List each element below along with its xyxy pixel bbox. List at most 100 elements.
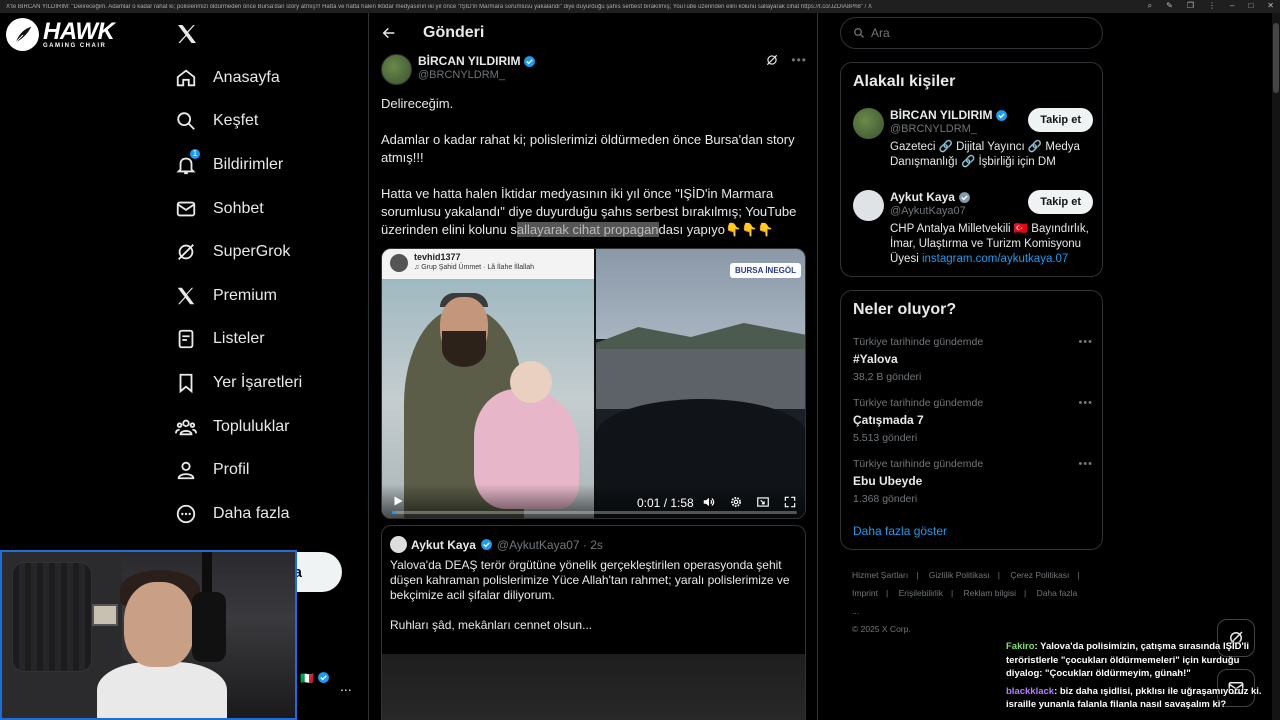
post-header: Gönderi — [369, 13, 817, 53]
video-right-frame: BURSA İNEGÖL — [596, 249, 805, 518]
minimize-icon[interactable]: – — [1230, 1, 1234, 11]
related-bio: Gazeteci 🔗 Dijital Yayıncı 🔗 Medya Danış… — [890, 141, 1080, 168]
follow-button[interactable]: Takip et — [1028, 108, 1093, 132]
related-person[interactable]: BİRCAN YILDIRIM @BRCNYLDRM_ Gazeteci 🔗 D… — [853, 108, 1093, 173]
trend-more-icon[interactable]: ••• — [1078, 397, 1093, 409]
tiktok-avatar-icon — [390, 254, 408, 272]
verified-badge-icon — [959, 191, 970, 203]
video-progress-bar[interactable] — [392, 511, 797, 514]
post-text: Delireceğim. Adamlar o kadar rahat ki; p… — [381, 95, 809, 257]
post-paragraph-3: Hatta ve hatta halen İktidar medyasının … — [381, 186, 797, 237]
chat-message: Fakiro: Yalova'da polisimizin, çatışma s… — [1006, 641, 1249, 679]
avatar[interactable] — [390, 536, 407, 553]
nav-item-label: SuperGrok — [213, 243, 291, 261]
search-icon[interactable]: ⌕ — [1148, 1, 1152, 11]
related-people-panel: Alakalı kişiler BİRCAN YILDIRIM @BRCNYLD… — [840, 62, 1103, 277]
nav-item-bookmarks[interactable]: Yer İşaretleri — [175, 361, 365, 405]
search-icon — [175, 110, 197, 132]
bell-icon: 1 — [175, 147, 201, 176]
nav-item-premium[interactable]: Premium — [175, 274, 365, 318]
video-overlay-user: tevhid1377 — [414, 252, 461, 262]
chat-user: Fakiro — [1006, 641, 1035, 652]
avatar[interactable] — [853, 108, 884, 139]
maximize-icon[interactable]: □ — [1248, 1, 1253, 11]
quote-author-handle: @AykutKaya07 · 2s — [496, 537, 603, 552]
nav-item-more[interactable]: Daha fazla — [175, 492, 365, 536]
hawk-brand: HAWK — [43, 17, 115, 45]
streamer-body — [97, 662, 227, 718]
back-arrow-icon[interactable] — [381, 25, 397, 41]
trend-more-icon[interactable]: ••• — [1078, 336, 1093, 348]
more-circle-icon — [175, 503, 197, 525]
quote-author-name[interactable]: Aykut Kaya — [411, 538, 476, 552]
trend-more-icon[interactable]: ••• — [1078, 458, 1093, 470]
nav-item-explore[interactable]: Keşfet — [175, 100, 365, 144]
post-author[interactable]: BİRCAN YILDIRIM @BRCNYLDRM_ — [381, 54, 536, 85]
verified-badge-icon — [318, 672, 329, 683]
people-icon — [175, 416, 197, 438]
x-icon — [175, 285, 197, 307]
browser-title-bar: X'te BİRCAN YILDIRIM: "Delireceğim. Adam… — [0, 0, 1280, 13]
trend-item[interactable]: Türkiye tarihinde gündemde Ebu Ubeyde 1.… — [853, 458, 1093, 505]
quote-text: Yalova'da DEAŞ terör örgütüne yönelik ge… — [390, 558, 790, 632]
scrollbar-thumb[interactable] — [1273, 23, 1279, 93]
menu-icon[interactable]: ⋮ — [1208, 1, 1216, 11]
pip-icon[interactable] — [756, 495, 770, 509]
related-handle: @AykutKaya07 — [890, 205, 966, 217]
nav-item-lists[interactable]: Listeler — [175, 318, 365, 362]
nav-item-home[interactable]: Anasayfa — [175, 56, 365, 100]
streamer-face — [124, 582, 194, 667]
photo-frame — [92, 604, 118, 626]
hawk-sub: GAMING CHAIR — [43, 42, 107, 49]
nav-item-label: Daha fazla — [213, 504, 290, 522]
play-icon[interactable] — [392, 495, 404, 507]
author-name[interactable]: BİRCAN YILDIRIM — [418, 54, 520, 68]
window-icon[interactable]: ❐ — [1187, 1, 1194, 11]
nav-item-notifications[interactable]: 1 Bildirimler — [175, 143, 365, 187]
stream-chat-overlay: Fakiro: Yalova'da polisimizin, çatışma s… — [1006, 640, 1276, 716]
nav-item-label: Bildirimler — [213, 155, 284, 173]
show-more-link[interactable]: Daha fazla göster — [853, 524, 947, 538]
nav-item-communities[interactable]: Topluluklar — [175, 405, 365, 449]
quoted-post[interactable]: Aykut Kaya @AykutKaya07 · 2s Yalova'da D… — [381, 525, 806, 720]
flag-icon: 🇮🇹 — [300, 673, 314, 685]
avatar[interactable] — [853, 190, 884, 221]
fullscreen-icon[interactable] — [783, 495, 797, 509]
video-overlay-sound: ♫ Grup Şahid Ümmet · Lâ İlahe İllallah — [414, 264, 535, 271]
follow-button[interactable]: Takip et — [1028, 190, 1093, 214]
bio-link[interactable]: instagram.com/aykutkaya.07 — [922, 253, 1068, 265]
page-scrollbar[interactable] — [1272, 13, 1280, 720]
trend-item[interactable]: Türkiye tarihinde gündemde Çatışmada 7 5… — [853, 397, 1093, 444]
account-menu-button[interactable]: ... — [340, 678, 352, 694]
volume-icon[interactable] — [702, 495, 716, 509]
verified-badge-icon — [481, 539, 492, 550]
nav-item-supergrok[interactable]: SuperGrok — [175, 230, 365, 274]
nav-item-label: Sohbet — [213, 199, 264, 217]
nav-item-chat[interactable]: Sohbet — [175, 187, 365, 231]
microphone — [192, 592, 226, 662]
video-player[interactable]: tevhid1377 ♫ Grup Şahid Ümmet · Lâ İlahe… — [381, 248, 806, 519]
author-handle[interactable]: @BRCNYLDRM_ — [418, 69, 536, 81]
search-icon — [854, 28, 864, 38]
settings-icon[interactable] — [729, 495, 743, 509]
verified-badge-icon — [996, 109, 1008, 121]
grok-icon[interactable] — [765, 53, 779, 67]
mail-icon — [175, 198, 197, 220]
related-title: Alakalı kişiler — [853, 73, 956, 90]
extensions-icon[interactable]: ✎ — [1166, 1, 1173, 11]
related-person[interactable]: Aykut Kaya @AykutKaya07 CHP Antalya Mill… — [853, 190, 1093, 270]
close-icon[interactable]: ✕ — [1267, 1, 1274, 11]
trend-item[interactable]: Türkiye tarihinde gündemde #Yalova 38,2 … — [853, 336, 1093, 383]
acoustic-panel — [12, 562, 92, 672]
location-tag: BURSA İNEGÖL — [729, 263, 801, 278]
nav-item-label: Anasayfa — [213, 68, 280, 86]
related-handle: @BRCNYLDRM_ — [890, 123, 977, 135]
post-more-icon[interactable]: ••• — [791, 53, 807, 67]
avatar[interactable] — [381, 54, 412, 85]
search-input[interactable] — [871, 26, 1071, 40]
nav-item-label: Topluluklar — [213, 417, 290, 435]
video-left-frame: tevhid1377 ♫ Grup Şahid Ümmet · Lâ İlahe… — [382, 249, 594, 518]
nav-item-profile[interactable]: Profil — [175, 448, 365, 492]
x-logo-icon[interactable] — [175, 22, 199, 46]
search-box[interactable] — [840, 17, 1103, 49]
